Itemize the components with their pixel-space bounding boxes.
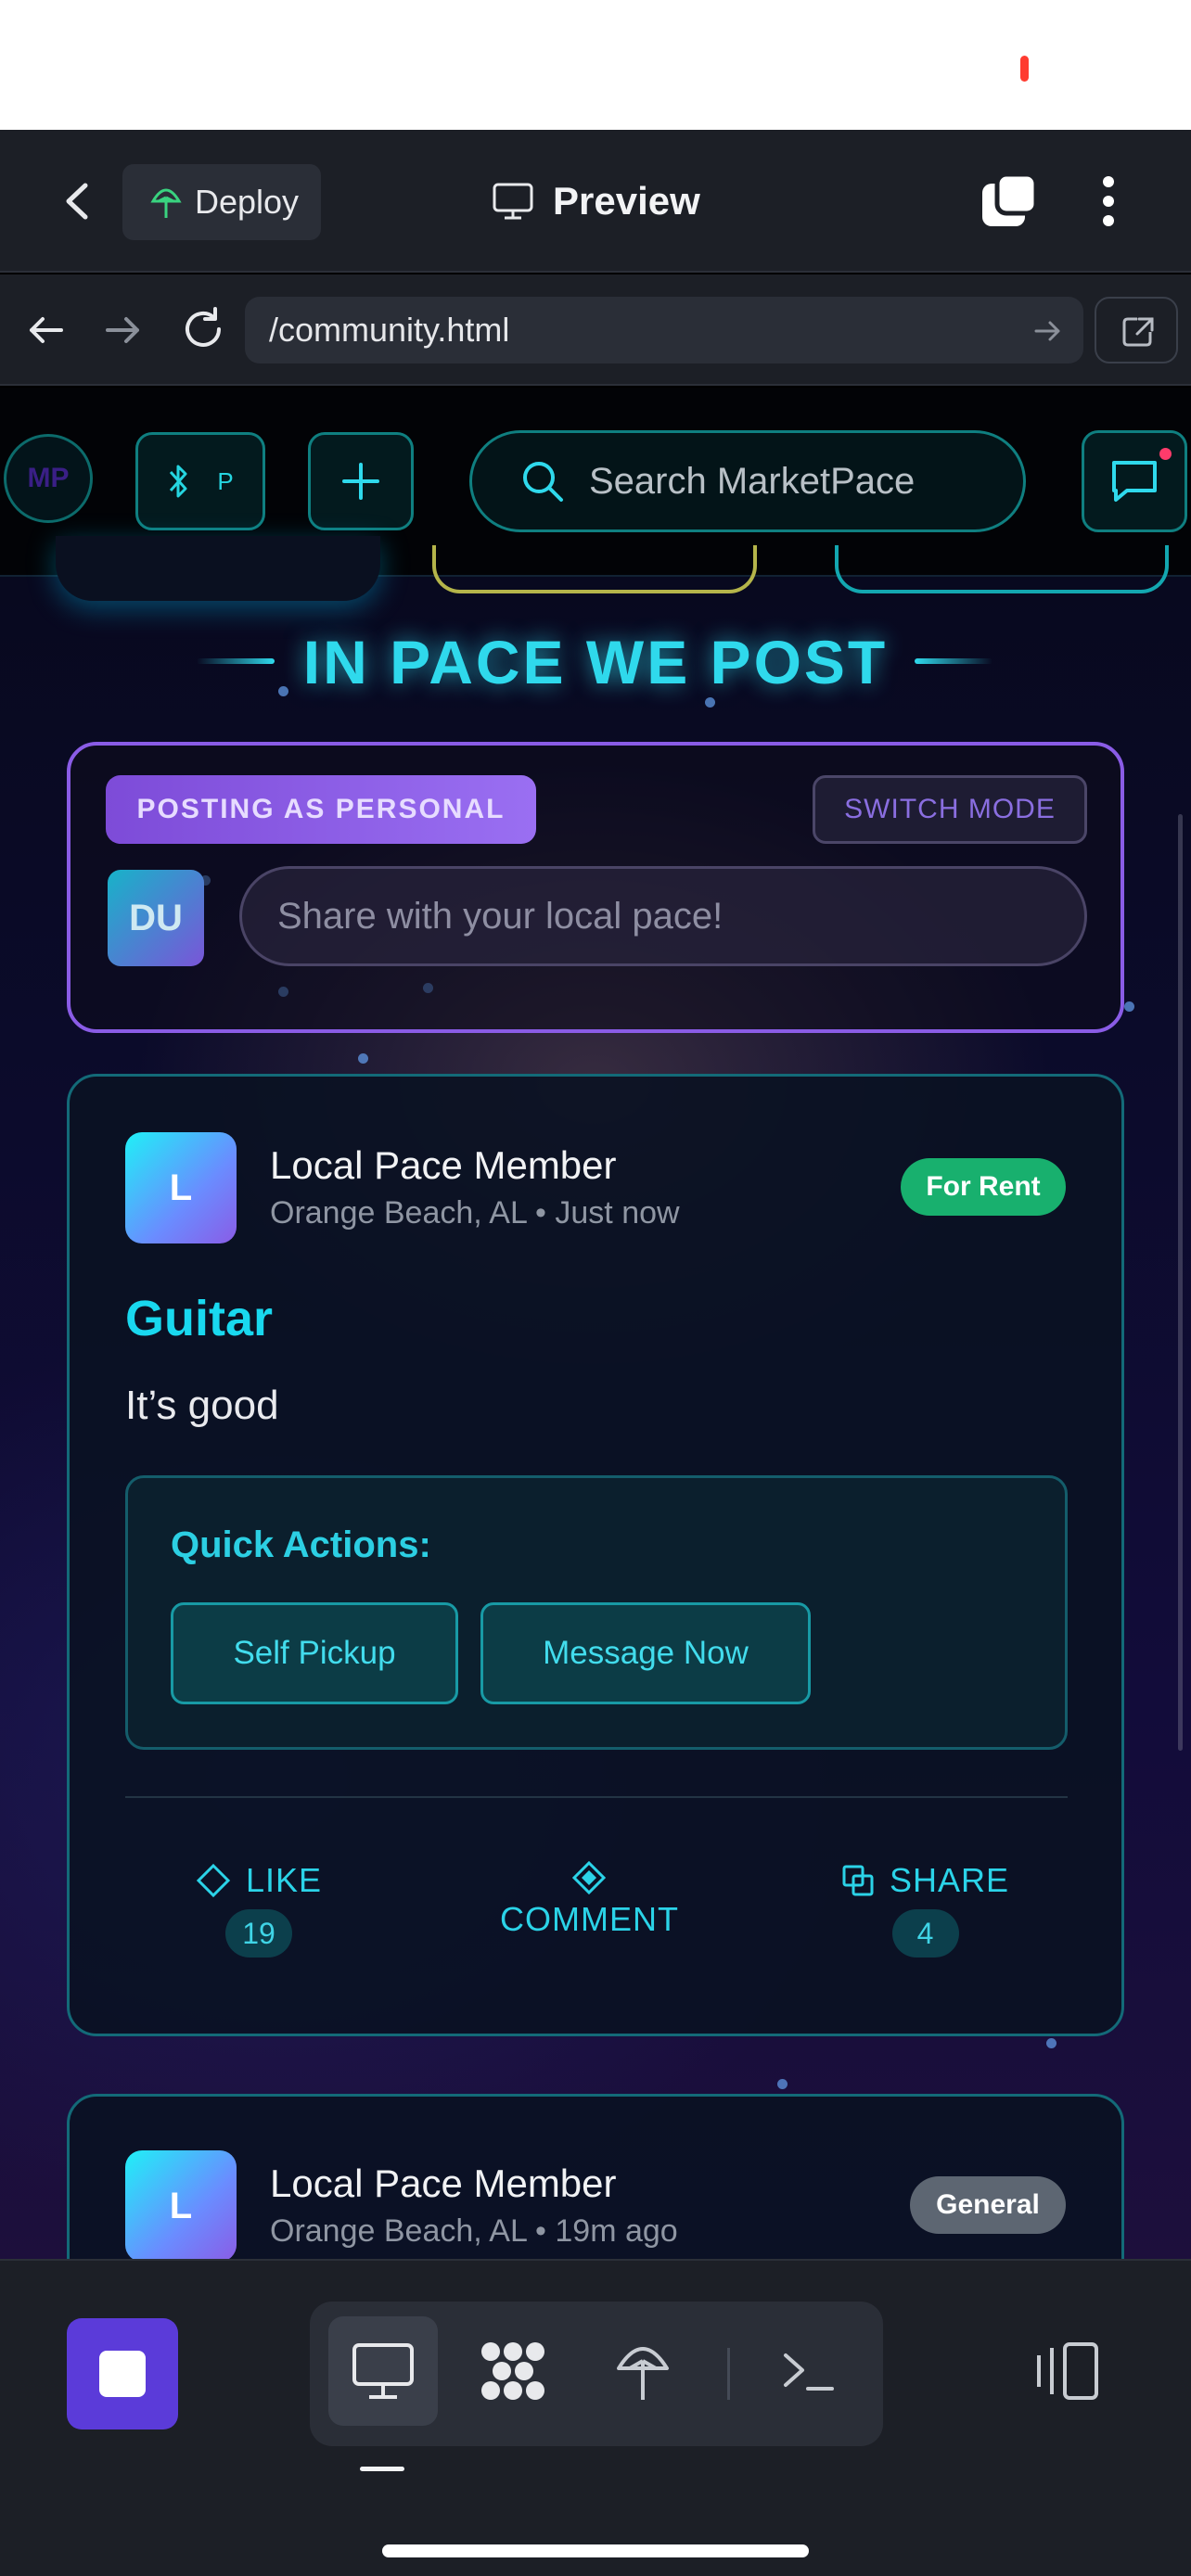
like-count: 19 [225,1909,293,1958]
active-tool-indicator [360,2467,404,2471]
switch-mode-button[interactable]: SWITCH MODE [813,775,1087,844]
reload-icon[interactable] [178,304,228,354]
post-divider [125,1796,1068,1798]
shell-tool-button[interactable] [753,2316,863,2426]
page-title: IN PACE WE POST [302,628,889,696]
author-avatar[interactable]: L [125,2150,237,2259]
background-star [777,2079,788,2089]
deploy-icon [150,188,182,218]
more-options-icon[interactable] [1093,171,1124,232]
arrow-right-icon[interactable] [100,308,145,352]
open-external-button[interactable] [1095,297,1178,363]
share-label: SHARE [890,1861,1010,1899]
diamond-filled-icon [572,1861,607,1894]
comment-label: COMMENT [500,1900,679,1938]
user-avatar: DU [108,870,204,966]
post-category-badge: General [910,2176,1066,2234]
layout-toggle-icon[interactable] [1028,2335,1108,2409]
post-author[interactable]: Local Pace Member [270,1143,617,1188]
quick-actions-panel: Quick Actions: Self Pickup Message Now [125,1475,1068,1750]
message-now-button[interactable]: Message Now [480,1602,811,1704]
tool-switcher [310,2302,883,2446]
app-header: Deploy Preview [0,130,1191,273]
post-title: Guitar [125,1291,274,1346]
share-count: 4 [891,1909,959,1958]
like-label: LIKE [246,1861,323,1899]
go-arrow-icon[interactable] [1033,317,1061,345]
post-body: It’s good [125,1383,279,1428]
posting-mode-badge: POSTING AS PERSONAL [106,775,536,844]
shell-icon [784,2353,834,2391]
bottom-toolbar [0,2259,1191,2576]
logo-text: MP [27,463,70,493]
search-placeholder: Search MarketPace [589,460,916,502]
external-link-icon [1122,317,1154,347]
stop-button[interactable] [67,2318,178,2429]
messages-button[interactable] [1082,430,1187,532]
back-chevron-icon[interactable] [56,178,102,224]
webview-viewport[interactable]: MP P Search MarketPace IN PACE WE POST P… [0,388,1191,2259]
self-pickup-button[interactable]: Self Pickup [171,1602,458,1704]
hidden-section-tab[interactable] [56,536,380,601]
webview-icon [352,2343,414,2399]
bluetooth-icon [170,465,187,498]
notification-dot [1159,448,1172,460]
hidden-section-tab[interactable] [432,545,757,593]
share-post-input[interactable]: Share with your local pace! [239,866,1087,966]
post-meta: Orange Beach, AL • Just now [270,1195,680,1231]
post-card: L Local Pace Member Orange Beach, AL • J… [67,1074,1124,2036]
scrollbar-thumb[interactable] [1178,814,1183,1751]
recording-indicator [1020,56,1029,82]
bluetooth-p-button[interactable]: P [135,432,265,530]
status-time: 2:39 [156,45,253,97]
toolbar-separator [727,2348,730,2400]
tabs-icon[interactable] [979,171,1040,232]
post-composer: POSTING AS PERSONAL SWITCH MODE DU Share… [67,742,1124,1033]
share-button[interactable]: SHARE 4 [841,1861,1009,1958]
monitor-icon [493,183,533,220]
post-category-badge: For Rent [901,1158,1066,1216]
diamond-outline-icon [196,1863,231,1898]
share-copy-icon [842,1865,874,1896]
post-meta: Orange Beach, AL • 19m ago [270,2213,678,2249]
deploy-button[interactable]: Deploy [122,164,321,240]
quick-actions-title: Quick Actions: [171,1524,431,1565]
create-post-button[interactable] [308,432,414,530]
comment-button[interactable]: COMMENT [500,1861,679,1939]
status-bar: 2:39 [0,0,1191,130]
arrow-left-icon[interactable] [24,308,69,352]
hidden-section-tab[interactable] [835,545,1169,593]
deploy-label: Deploy [195,183,300,221]
stop-icon [99,2351,146,2397]
background-star [705,697,715,708]
bt-letter: P [217,466,234,495]
preview-label: Preview [553,179,700,223]
deployments-icon [617,2347,669,2400]
marketpace-search-input[interactable]: Search MarketPace [469,430,1026,532]
marketpace-logo[interactable]: MP [4,434,93,523]
post-author[interactable]: Local Pace Member [270,2162,617,2206]
home-indicator [382,2544,809,2557]
webview-tool-button[interactable] [328,2316,438,2426]
background-star [1124,1001,1134,1012]
background-star [1046,2038,1057,2048]
post-card: L Local Pace Member Orange Beach, AL • 1… [67,2094,1124,2259]
packages-icon [481,2342,544,2400]
title-decoration-line [915,658,992,664]
cellular-signal-icon [853,63,880,82]
like-button[interactable]: LIKE 19 [196,1861,322,1958]
plus-icon [342,463,379,500]
preview-title: Preview [492,171,700,232]
chat-bubble-icon [1112,461,1157,502]
wifi-icon [940,48,990,82]
url-bar-row: /community.html [0,274,1191,386]
search-icon [523,462,563,502]
url-input[interactable]: /community.html [245,297,1083,363]
packages-tool-button[interactable] [458,2316,568,2426]
background-star [358,1053,368,1064]
url-text: /community.html [269,311,510,349]
deployments-tool-button[interactable] [588,2316,698,2426]
author-avatar[interactable]: L [125,1132,237,1243]
